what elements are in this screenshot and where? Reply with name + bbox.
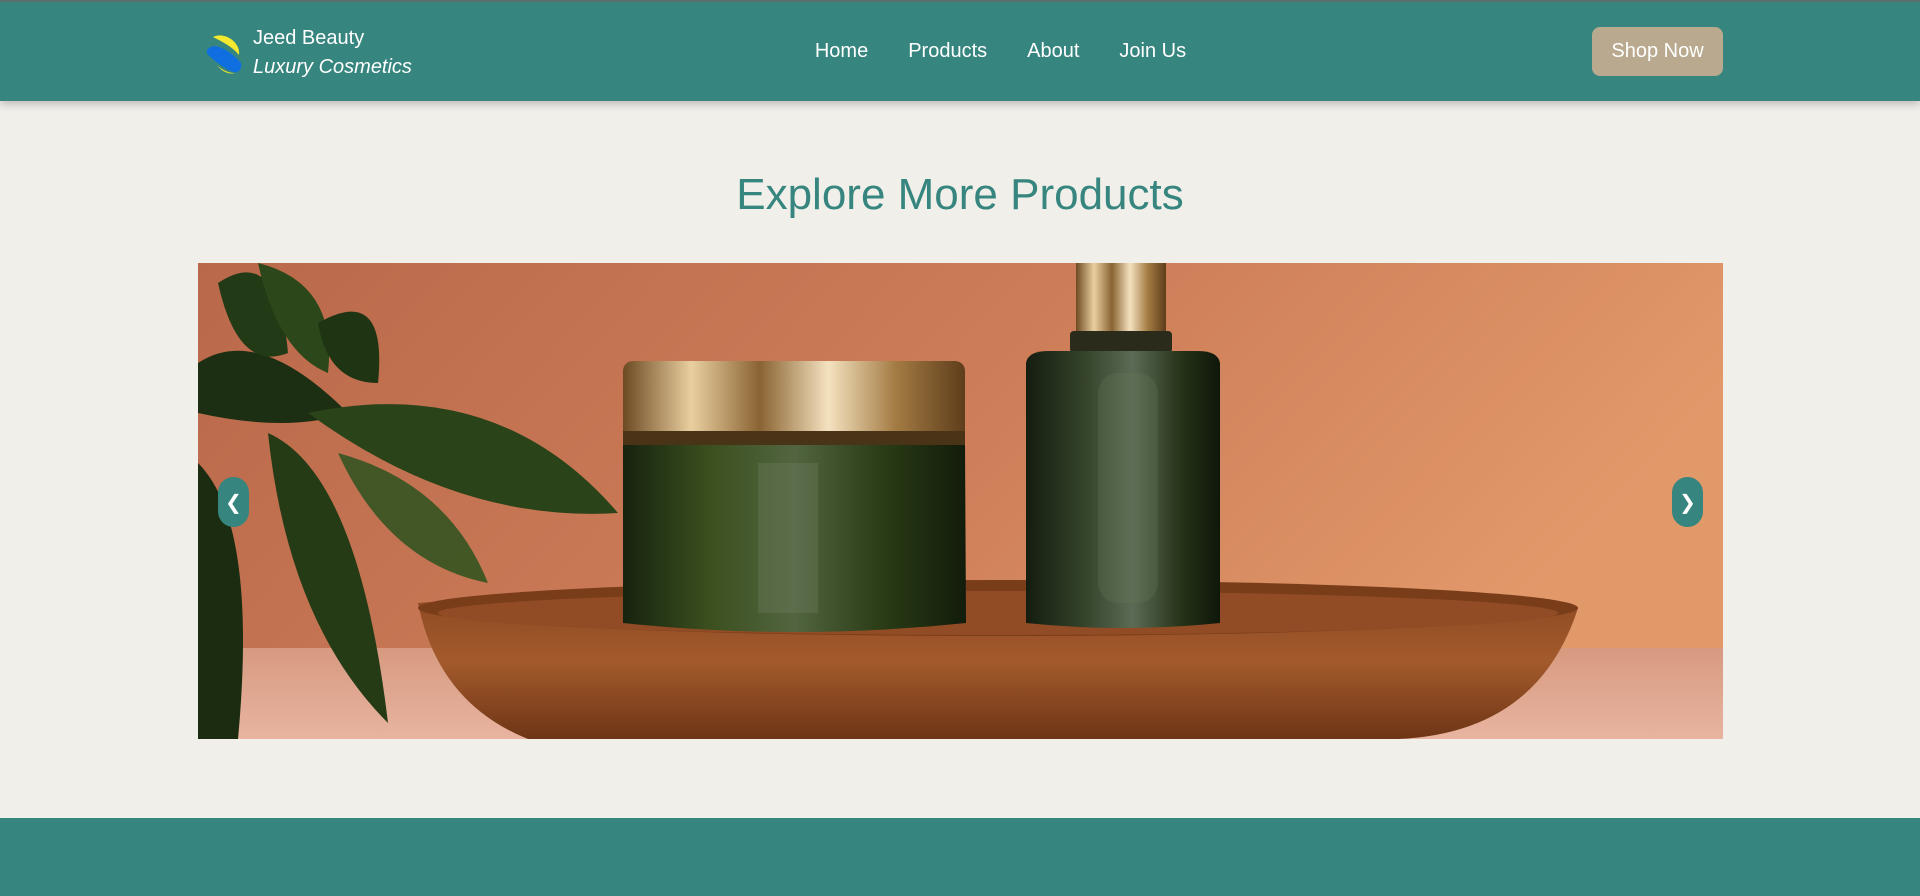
chevron-left-icon: ❮ xyxy=(225,490,242,514)
beauty-logo-icon xyxy=(206,35,242,74)
carousel-slide-image xyxy=(198,263,1723,739)
brand-tagline: Luxury Cosmetics xyxy=(253,56,412,78)
chevron-right-icon: ❯ xyxy=(1679,490,1696,514)
footer xyxy=(0,818,1920,896)
nav-link-home[interactable]: Home xyxy=(815,40,868,63)
nav-link-join-us[interactable]: Join Us xyxy=(1119,40,1186,63)
shop-now-button[interactable]: Shop Now xyxy=(1592,27,1723,76)
carousel-next-button[interactable]: ❯ xyxy=(1672,477,1703,527)
carousel-prev-button[interactable]: ❮ xyxy=(218,477,249,527)
nav-link-about[interactable]: About xyxy=(1027,40,1079,63)
brand-name: Jeed Beauty xyxy=(253,27,365,49)
product-carousel: ❮ ❯ xyxy=(198,263,1723,739)
brand-text: Jeed Beauty Luxury Cosmetics xyxy=(253,24,412,82)
section-title: Explore More Products xyxy=(736,170,1184,219)
brand-logo-link[interactable]: Jeed Beauty Luxury Cosmetics xyxy=(203,24,412,82)
nav-link-products[interactable]: Products xyxy=(908,40,987,63)
navbar: Jeed Beauty Luxury Cosmetics Home Produc… xyxy=(0,0,1920,101)
